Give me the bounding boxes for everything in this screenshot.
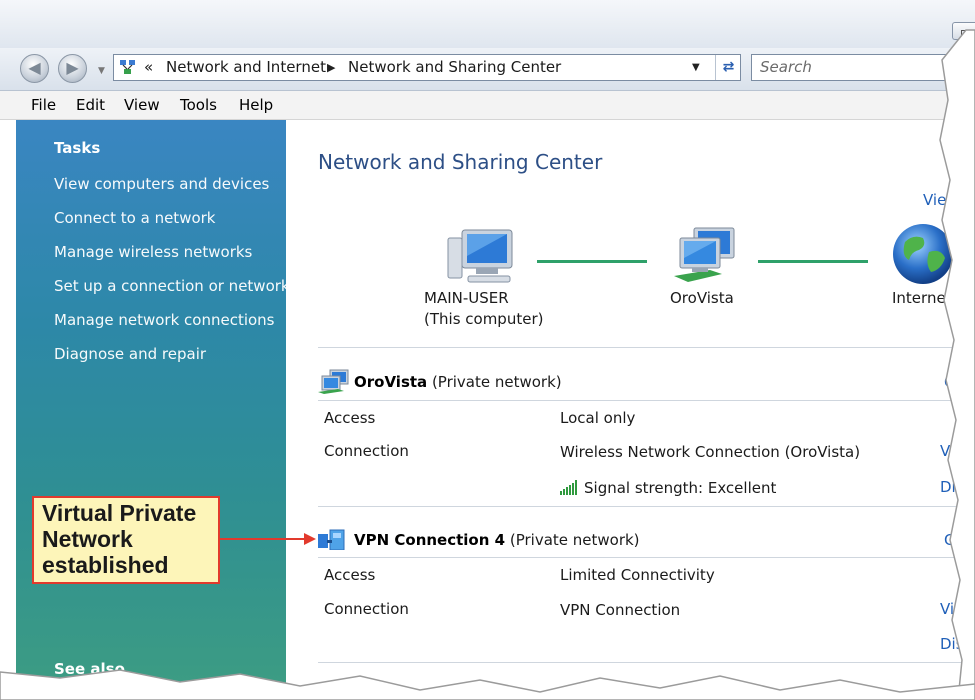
callout-arrow-icon (220, 533, 316, 545)
callout-line-3: established (42, 552, 169, 578)
callout-line-2: Network (42, 526, 133, 552)
annotation-callout: Virtual Private Network established (32, 496, 220, 584)
explorer-window: ◀ ▶ ▼ « Network and Internet ▶ Network a… (0, 0, 975, 700)
torn-paper-edge (0, 29, 975, 700)
callout-line-1: Virtual Private (42, 500, 197, 526)
